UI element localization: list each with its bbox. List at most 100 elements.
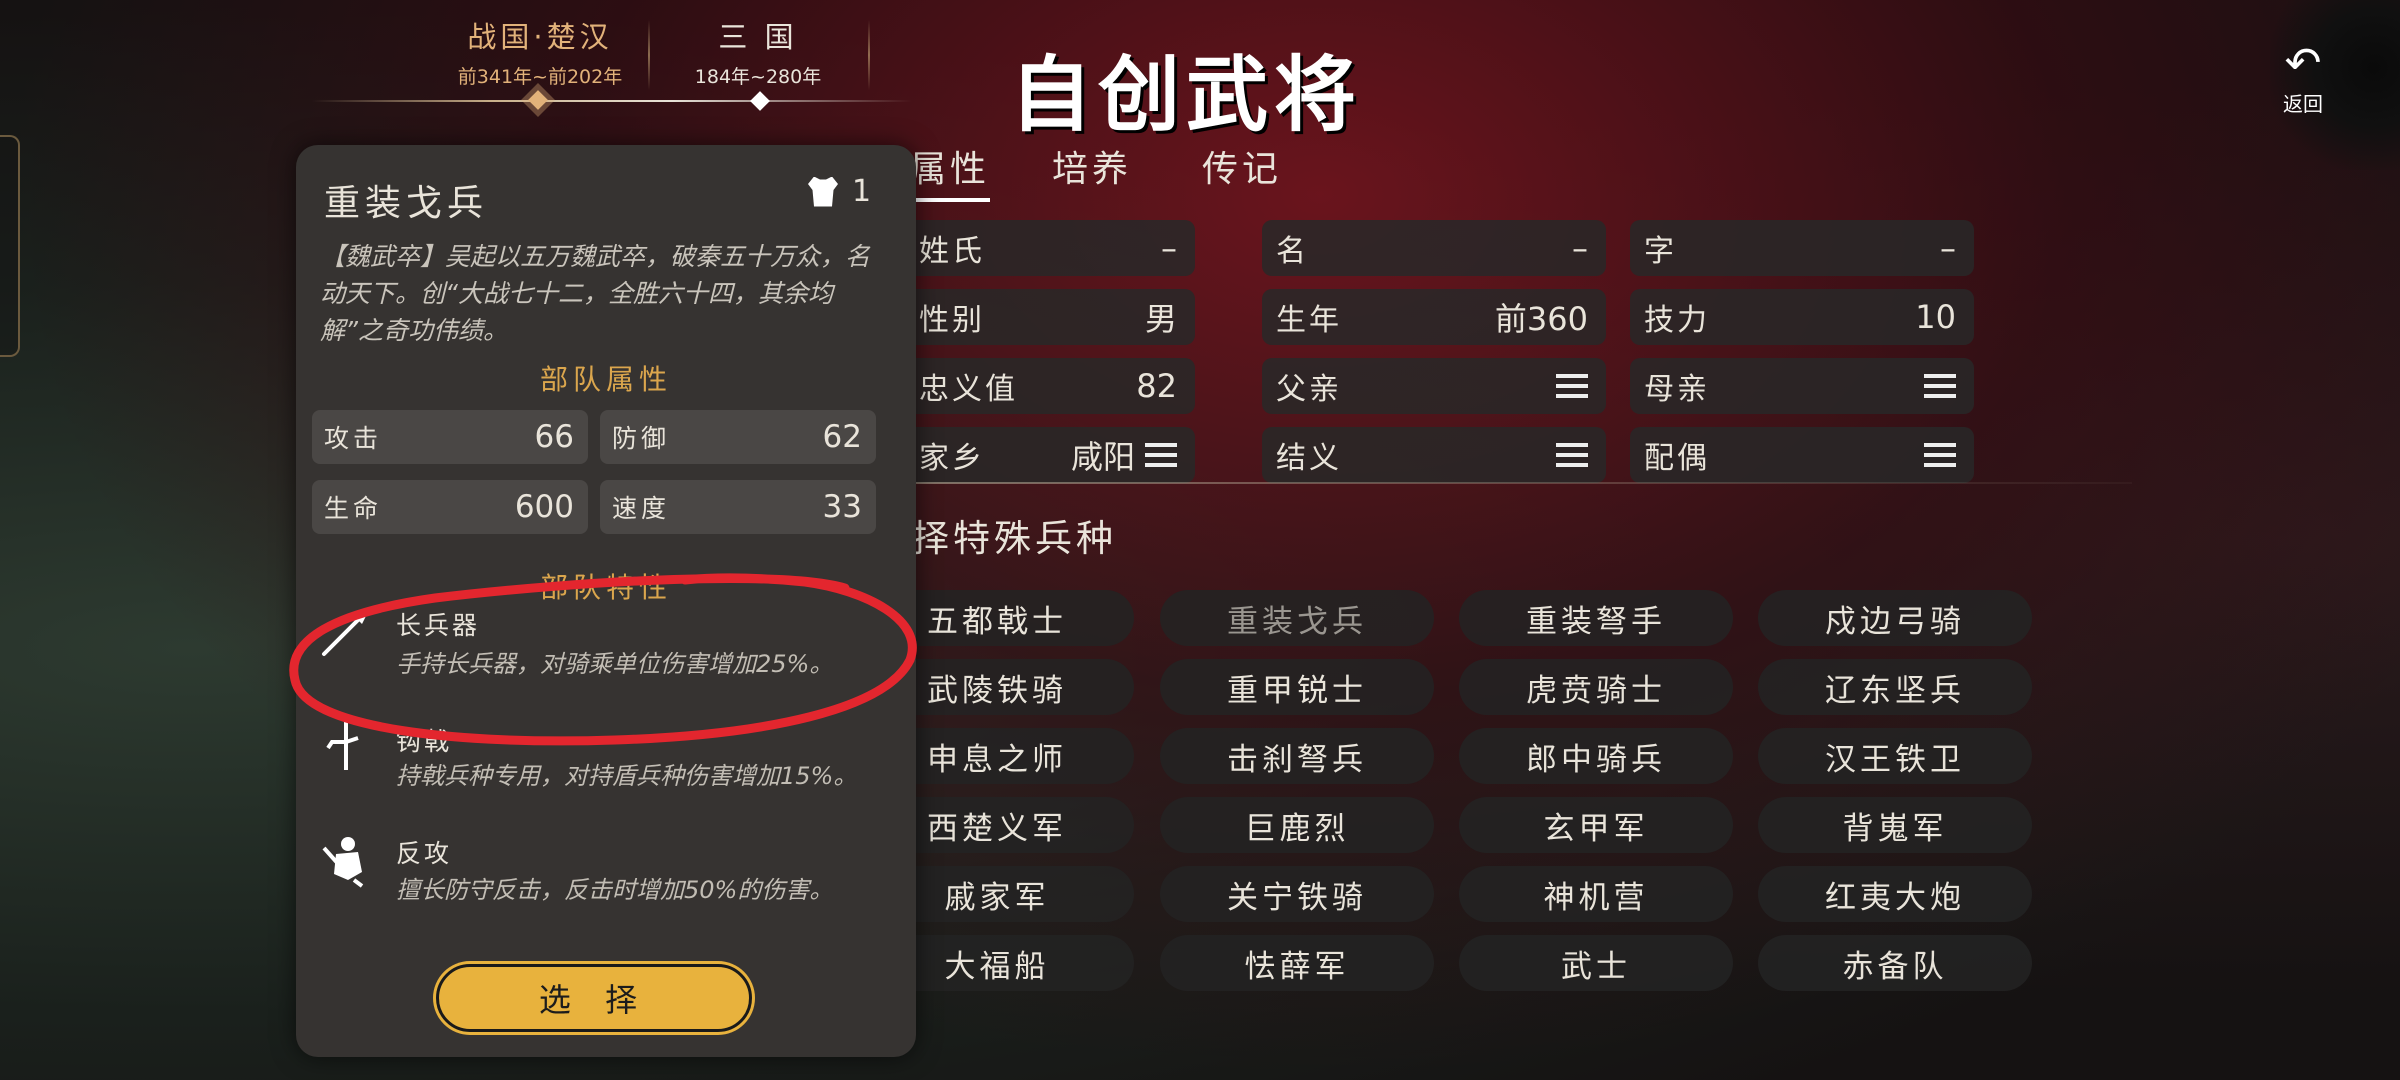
stat-health: 生命 600 (312, 480, 588, 534)
troop-option[interactable]: 怯薛军 (1160, 935, 1434, 991)
back-button[interactable]: ↶ 返回 (2268, 40, 2338, 117)
troop-option[interactable]: 郎中骑兵 (1459, 728, 1733, 784)
troop-option[interactable]: 神机营 (1459, 866, 1733, 922)
troop-option[interactable]: 戍边弓骑 (1758, 590, 2032, 646)
attr-value: 咸阳 (1070, 438, 1135, 476)
attr-father[interactable]: 父亲 (1262, 358, 1606, 414)
stat-value: 600 (514, 489, 574, 525)
back-label: 返回 (2283, 92, 2323, 116)
stat-defense: 防御 62 (600, 410, 876, 464)
menu-icon[interactable] (1924, 443, 1956, 467)
stat-label: 攻击 (324, 424, 383, 453)
attr-value: 前360 (1494, 300, 1588, 338)
menu-icon[interactable] (1556, 443, 1588, 467)
era-tab-warring-states[interactable]: 战国·楚汉 前341年~前202年 (432, 14, 648, 89)
troop-option[interactable]: 重装戈兵 (1160, 590, 1434, 646)
trait-description: 手持长兵器，对骑乘单位伤害增加25%。 (396, 650, 834, 678)
era-divider (868, 20, 870, 90)
trait-name: 钩戟 (396, 727, 453, 756)
era-years: 前341年~前202年 (457, 66, 623, 88)
attr-label: 父亲 (1276, 372, 1342, 407)
attr-surname[interactable]: 姓氏 – (905, 220, 1195, 276)
attr-label: 结义 (1276, 441, 1342, 476)
attr-value: 男 (1144, 300, 1177, 338)
stat-value: 62 (822, 419, 862, 455)
troop-option[interactable]: 虎贲骑士 (1459, 659, 1733, 715)
tab-attributes[interactable]: 属性 (910, 140, 991, 202)
era-name: 战国·楚汉 (467, 20, 613, 54)
page-title: 自创武将 (1010, 47, 1363, 143)
back-arrow-icon: ↶ (2284, 38, 2322, 89)
attr-value: 10 (1915, 298, 1956, 336)
attr-value: 82 (1136, 367, 1177, 405)
troop-option[interactable]: 背嵬军 (1758, 797, 2032, 853)
era-timeline (312, 100, 912, 102)
era-name: 三 国 (718, 20, 798, 54)
attr-value: – (1572, 229, 1588, 267)
stat-label: 防御 (612, 424, 671, 453)
attr-skill-power[interactable]: 技力 10 (1630, 289, 1974, 345)
unit-traits-heading: 部队特性 (539, 571, 672, 604)
menu-icon[interactable] (1924, 374, 1956, 398)
troop-count-value: 1 (852, 174, 872, 209)
attr-gender[interactable]: 性别 男 (905, 289, 1195, 345)
halberd-icon (326, 722, 359, 770)
stat-speed: 速度 33 (600, 480, 876, 534)
attr-label: 技力 (1644, 303, 1710, 338)
trait-description: 擅长防守反击，反击时增加50%的伤害。 (396, 876, 834, 904)
counterattack-icon (322, 837, 364, 888)
troop-option[interactable]: 关宁铁骑 (1160, 866, 1434, 922)
stat-label: 生命 (324, 494, 383, 523)
attr-spouse[interactable]: 配偶 (1630, 427, 1974, 483)
attr-hometown[interactable]: 家乡 咸阳 (905, 427, 1195, 483)
era-tab-three-kingdoms[interactable]: 三 国 184年~280年 (650, 14, 866, 89)
trait-name: 反攻 (396, 839, 453, 868)
troop-option[interactable]: 重甲锐士 (1160, 659, 1434, 715)
attr-given-name[interactable]: 名 – (1262, 220, 1606, 276)
tab-training[interactable]: 培养 (1052, 140, 1132, 192)
troop-count: 1 (808, 174, 871, 209)
stat-label: 速度 (612, 494, 671, 523)
era-years: 184年~280年 (694, 66, 822, 88)
attr-value: – (1161, 229, 1177, 267)
attr-label: 母亲 (1644, 372, 1710, 407)
menu-icon[interactable] (1145, 443, 1177, 467)
attr-value: – (1940, 229, 1956, 267)
unit-stats-heading: 部队属性 (539, 363, 672, 396)
attr-label: 名 (1276, 234, 1309, 269)
troop-option[interactable]: 赤备队 (1758, 935, 2032, 991)
attr-label: 忠义值 (919, 372, 1018, 407)
attr-label: 性别 (919, 303, 985, 338)
attr-loyalty[interactable]: 忠义值 82 (905, 358, 1195, 414)
trait-description: 持戟兵种专用，对持盾兵种伤害增加15%。 (396, 762, 858, 790)
troop-option[interactable]: 辽东坚兵 (1758, 659, 2032, 715)
stat-attack: 攻击 66 (312, 410, 588, 464)
troop-option[interactable]: 击刹弩兵 (1160, 728, 1434, 784)
menu-icon[interactable] (1556, 374, 1588, 398)
troop-option[interactable]: 巨鹿烈 (1160, 797, 1434, 853)
attr-mother[interactable]: 母亲 (1630, 358, 1974, 414)
attr-label: 配偶 (1644, 441, 1710, 476)
special-troops-heading: 择特殊兵种 (912, 517, 1117, 560)
troop-name: 重装戈兵 (324, 183, 489, 224)
troop-option[interactable]: 武士 (1459, 935, 1733, 991)
spear-icon (322, 608, 370, 656)
attr-label: 字 (1644, 234, 1677, 269)
troop-option[interactable]: 汉王铁卫 (1758, 728, 2032, 784)
troop-option[interactable]: 重装弩手 (1459, 590, 1733, 646)
attr-courtesy-name[interactable]: 字 – (1630, 220, 1974, 276)
attr-birth-year[interactable]: 生年 前360 (1262, 289, 1606, 345)
attr-label: 姓氏 (919, 234, 985, 269)
attr-sworn-sibling[interactable]: 结义 (1262, 427, 1606, 483)
troop-option[interactable]: 玄甲军 (1459, 797, 1733, 853)
tab-biography[interactable]: 传记 (1202, 140, 1282, 192)
attr-label: 家乡 (919, 441, 985, 476)
troop-option[interactable]: 红夷大炮 (1758, 866, 2032, 922)
select-button[interactable]: 选 择 (436, 964, 752, 1032)
trait-name: 长兵器 (396, 611, 481, 640)
era-tabs: 战国·楚汉 前341年~前202年 三 国 184年~280年 (432, 14, 872, 104)
armor-icon (808, 176, 838, 207)
stat-value: 66 (534, 419, 574, 455)
side-drawer-handle[interactable] (0, 135, 20, 357)
troop-description: 【魏武卒】吴起以五万魏武卒，破秦五十万众，名动天下。创“大战七十二，全胜六十四，… (320, 242, 871, 345)
